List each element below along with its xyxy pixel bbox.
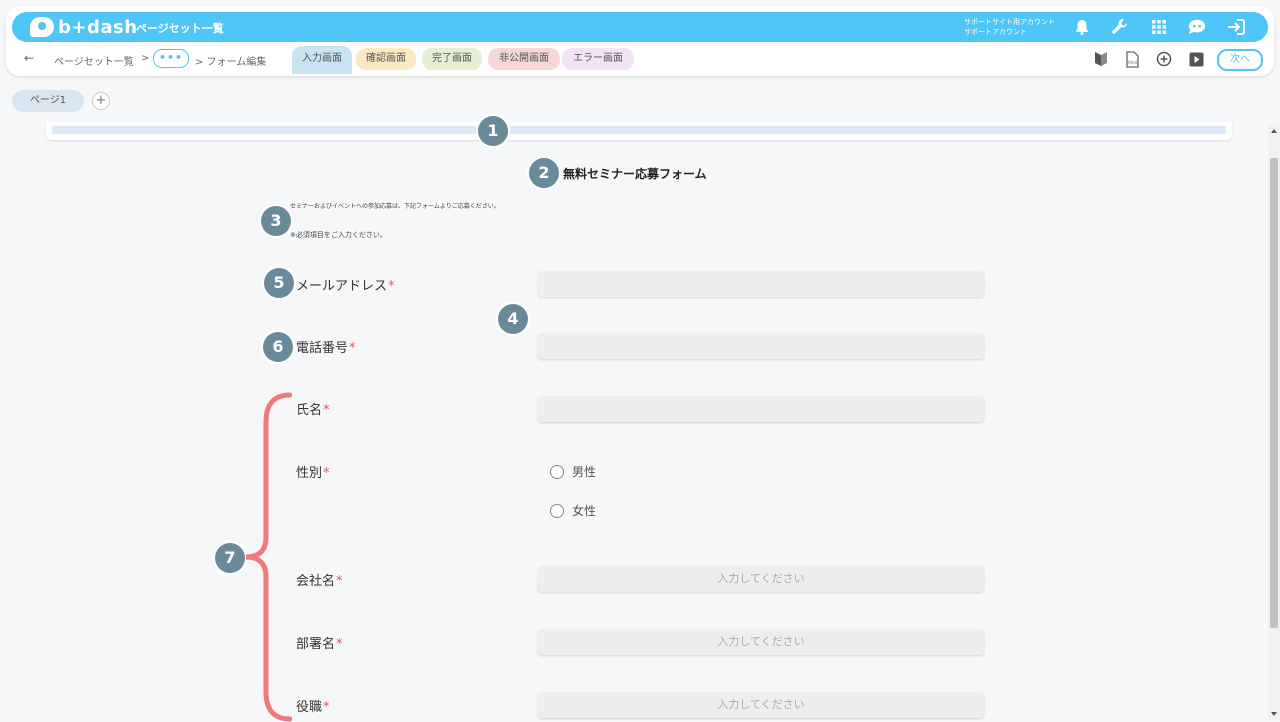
banner-image-strip (52, 126, 1226, 134)
apps-grid-icon[interactable] (1149, 17, 1169, 37)
app-title: ページセット一覧 (136, 22, 224, 35)
label-gender-text: 性別 (296, 466, 323, 481)
scroll-thumb[interactable] (1270, 158, 1278, 628)
label-phone-text: 電話番号 (296, 341, 349, 356)
required-mark: * (323, 403, 330, 418)
position-input[interactable]: 入力してください (538, 692, 984, 718)
required-note: ※必須項目をご入力ください。 (290, 231, 387, 239)
annotation-badge-3: 3 (261, 206, 291, 236)
required-mark: * (388, 279, 395, 294)
wrench-icon[interactable] (1110, 17, 1130, 37)
annotation-badge-6: 6 (263, 332, 293, 362)
breadcrumb-more-button[interactable]: ••• (153, 49, 189, 68)
label-position-text: 役職 (296, 700, 323, 715)
radio-female-label: 女性 (572, 504, 597, 518)
add-circle-icon[interactable] (1155, 50, 1173, 68)
label-position: 役職* (296, 696, 330, 715)
tab-error-screen[interactable]: エラー画面 (562, 48, 634, 70)
tab-private-screen[interactable]: 非公開画面 (488, 48, 560, 70)
add-page-button[interactable]: + (92, 92, 110, 110)
app-logo[interactable]: b+dash (30, 16, 138, 38)
label-email: メールアドレス* (296, 275, 395, 294)
radio-female[interactable]: 女性 (550, 502, 596, 519)
required-mark: * (323, 466, 330, 481)
account-info[interactable]: サポートサイト用アカウント サポートアカウント (964, 17, 1055, 37)
label-department-text: 部署名 (296, 637, 336, 652)
support-chat-icon[interactable] (1187, 17, 1207, 37)
phone-input[interactable] (538, 333, 984, 359)
back-arrow-icon[interactable]: ← (24, 51, 34, 65)
breadcrumb-separator: > (141, 53, 150, 64)
svg-text:html: html (1128, 60, 1137, 65)
email-input[interactable] (538, 271, 984, 297)
required-mark: * (349, 341, 356, 356)
header-banner[interactable] (46, 122, 1232, 140)
bell-icon[interactable] (1072, 17, 1092, 37)
logo-bubble-icon (30, 17, 54, 37)
scroll-up-arrow-icon[interactable] (1271, 129, 1277, 133)
account-line-2: サポートアカウント (964, 28, 1027, 36)
breadcrumb-page-set-list[interactable]: ページセット一覧 (54, 53, 134, 68)
breadcrumb-bar: ← ページセット一覧 > ••• > フォーム編集 入力画面 確認画面 完了画面… (6, 46, 1274, 74)
form-title: 無料セミナー応募フォーム (563, 167, 707, 181)
group-brace (245, 392, 292, 722)
department-input[interactable]: 入力してください (538, 629, 984, 655)
preview-play-icon[interactable] (1187, 50, 1205, 68)
required-mark: * (336, 574, 343, 589)
label-email-text: メールアドレス (296, 279, 388, 294)
tab-confirm-screen[interactable]: 確認画面 (356, 48, 416, 70)
label-phone: 電話番号* (296, 337, 356, 356)
company-input[interactable]: 入力してください (538, 566, 984, 592)
radio-circle-icon[interactable] (550, 464, 564, 479)
annotation-badge-4: 4 (498, 304, 528, 334)
form-description: セミナーおよびイベントへの参加応募は、下記フォームよりご応募ください。 (290, 203, 500, 210)
beginner-mark-icon[interactable] (1092, 50, 1110, 68)
breadcrumb-form-edit: > フォーム編集 (195, 57, 267, 68)
annotation-badge-2: 2 (529, 158, 559, 188)
top-navbar: b+dash ページセット一覧 サポートサイト用アカウント サポートアカウント (12, 12, 1268, 42)
annotation-badge-7: 7 (215, 543, 245, 573)
label-company-text: 会社名 (296, 574, 336, 589)
label-company: 会社名* (296, 570, 343, 589)
logo-text: b+dash (58, 16, 138, 38)
label-name-text: 氏名 (296, 403, 323, 418)
account-line-1: サポートサイト用アカウント (964, 18, 1055, 26)
tab-input-screen[interactable]: 入力画面 (292, 46, 352, 74)
tab-complete-screen[interactable]: 完了画面 (422, 48, 482, 70)
label-name: 氏名* (296, 399, 330, 418)
logout-icon[interactable] (1226, 17, 1246, 37)
annotation-badge-1: 1 (478, 116, 508, 146)
name-input[interactable] (538, 396, 984, 422)
radio-male[interactable]: 男性 (550, 463, 596, 480)
label-department: 部署名* (296, 633, 343, 652)
required-mark: * (323, 700, 330, 715)
header-card: b+dash ページセット一覧 サポートサイト用アカウント サポートアカウント … (6, 6, 1274, 76)
required-mark: * (336, 637, 343, 652)
scroll-down-arrow-icon[interactable] (1271, 712, 1277, 716)
next-button[interactable]: 次へ (1217, 49, 1263, 71)
label-gender: 性別* (296, 462, 330, 481)
annotation-badge-5: 5 (264, 268, 294, 298)
radio-circle-icon[interactable] (550, 503, 564, 518)
vertical-scrollbar[interactable] (1268, 124, 1280, 720)
html-file-icon[interactable]: html (1123, 50, 1141, 68)
radio-male-label: 男性 (572, 465, 597, 479)
page-tab-1[interactable]: ページ1 (12, 90, 84, 112)
